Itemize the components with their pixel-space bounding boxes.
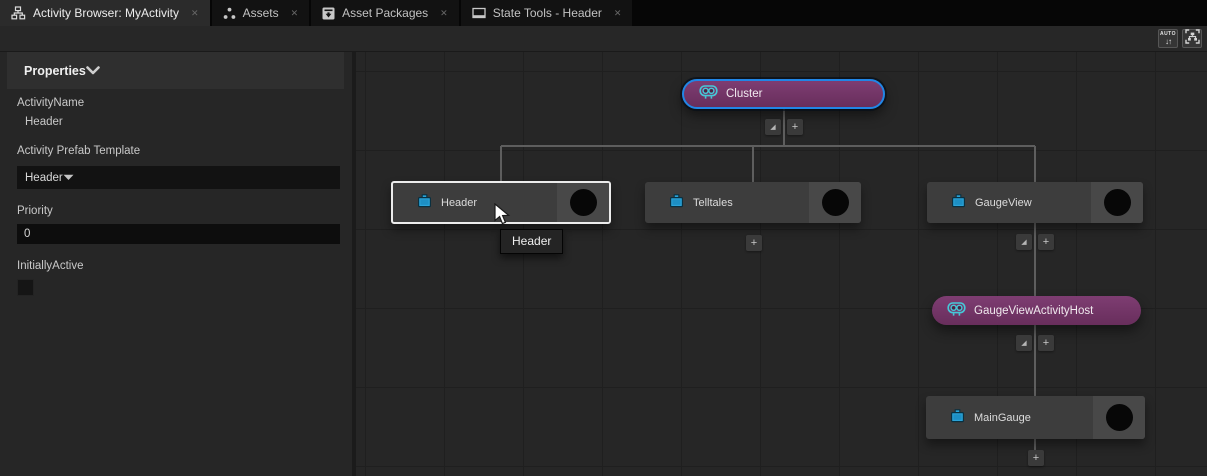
tab-label: Assets	[242, 6, 279, 20]
plus-icon: +	[791, 120, 799, 133]
prefab-icon	[417, 194, 432, 211]
priority-input[interactable]	[17, 224, 340, 244]
close-icon[interactable]: ✕	[440, 8, 448, 19]
initially-active-label: InitiallyActive	[17, 260, 84, 272]
connection-port[interactable]	[1103, 189, 1131, 216]
add-child-button[interactable]: +	[1038, 335, 1054, 351]
node-body: Header	[393, 183, 557, 222]
add-child-button[interactable]: +	[746, 235, 762, 251]
prefab-icon	[951, 194, 966, 211]
tab-label: Asset Packages	[342, 6, 429, 20]
prefab-template-label: Activity Prefab Template	[17, 145, 141, 157]
port-section	[1093, 396, 1145, 439]
chevron-down-icon	[86, 64, 100, 78]
prefab-template-value: Header	[25, 171, 63, 184]
node-label: Cluster	[726, 88, 763, 100]
tooltip: Header	[500, 229, 564, 254]
connection-port[interactable]	[1105, 404, 1133, 431]
add-child-button[interactable]: +	[787, 119, 803, 135]
port-section	[1091, 182, 1143, 223]
fit-to-view-button[interactable]	[1182, 29, 1202, 48]
fit-to-view-icon	[1184, 29, 1200, 48]
graph-toolbar: AUTO ↓↑	[0, 26, 1207, 52]
close-icon[interactable]: ✕	[291, 8, 299, 19]
activity-name-label: ActivityName	[17, 97, 85, 109]
collapse-children-button[interactable]: ◢	[1016, 335, 1032, 351]
close-icon[interactable]: ✕	[614, 8, 622, 19]
tab-bar: Activity Browser: MyActivity ✕ Assets ✕ …	[0, 0, 1207, 26]
prefab-icon	[669, 194, 684, 211]
initially-active-checkbox[interactable]	[17, 279, 34, 296]
add-child-button[interactable]: +	[1028, 450, 1044, 466]
tab-label: Activity Browser: MyActivity	[33, 6, 180, 20]
connection-port[interactable]	[569, 189, 597, 216]
tab-activity-browser[interactable]: Activity Browser: MyActivity ✕	[0, 0, 210, 26]
node-gauge-view[interactable]: GaugeView	[927, 182, 1143, 223]
activity-host-icon	[947, 301, 966, 320]
tab-state-tools[interactable]: State Tools - Header ✕	[460, 0, 633, 26]
add-child-button[interactable]: +	[1038, 234, 1054, 250]
node-label: Header	[441, 196, 478, 209]
activity-name-value: Header	[25, 116, 63, 128]
plus-icon: +	[1042, 235, 1050, 248]
node-body: Telltales	[645, 182, 809, 223]
node-cluster[interactable]: Cluster	[682, 79, 885, 109]
node-label: GaugeViewActivityHost	[974, 304, 1094, 317]
tooltip-text: Header	[512, 234, 552, 248]
collapse-icon: ◢	[1021, 340, 1027, 347]
close-icon[interactable]: ✕	[191, 8, 199, 19]
collapse-icon: ◢	[1021, 239, 1027, 246]
activity-graph-canvas[interactable]: Cluster ◢ + Header Telltales + GaugeView…	[356, 52, 1207, 476]
state-tools-icon	[472, 7, 486, 20]
port-section	[557, 183, 609, 222]
collapse-children-button[interactable]: ◢	[1016, 234, 1032, 250]
properties-panel: Properties ActivityName Header Activity …	[0, 52, 352, 476]
asset-packages-icon	[322, 7, 335, 20]
node-body: MainGauge	[926, 396, 1093, 439]
collapse-children-button[interactable]: ◢	[765, 119, 781, 135]
tab-asset-packages[interactable]: Asset Packages ✕	[311, 0, 459, 26]
auto-label: AUTO	[1159, 30, 1177, 37]
properties-fields: ActivityName Header Activity Prefab Temp…	[17, 96, 340, 296]
chevron-down-icon	[63, 172, 74, 184]
node-label: Telltales	[693, 196, 733, 209]
node-telltales[interactable]: Telltales	[645, 182, 861, 223]
plus-icon: +	[1042, 336, 1050, 349]
auto-arrows-icon: ↓↑	[1165, 36, 1172, 46]
mouse-cursor-icon	[494, 202, 511, 231]
priority-label: Priority	[17, 205, 53, 217]
auto-layout-button[interactable]: AUTO ↓↑	[1158, 29, 1178, 48]
tab-assets[interactable]: Assets ✕	[211, 0, 310, 26]
collapse-icon: ◢	[770, 124, 776, 131]
tab-label: State Tools - Header	[492, 6, 602, 20]
activity-host-icon	[699, 85, 718, 103]
connection-port[interactable]	[821, 189, 849, 216]
properties-header[interactable]: Properties	[7, 52, 344, 89]
port-section	[809, 182, 861, 223]
assets-icon	[223, 7, 236, 20]
prefab-icon	[950, 409, 965, 426]
node-label: GaugeView	[975, 196, 1032, 209]
prefab-template-select[interactable]: Header	[17, 166, 340, 189]
node-gauge-view-activity-host[interactable]: GaugeViewActivityHost	[932, 296, 1141, 325]
panel-title: Properties	[24, 63, 86, 78]
plus-icon: +	[1032, 451, 1040, 464]
node-label: MainGauge	[974, 411, 1031, 424]
plus-icon: +	[750, 236, 758, 249]
node-main-gauge[interactable]: MainGauge	[926, 396, 1145, 439]
activity-browser-icon	[11, 6, 26, 20]
node-body: GaugeView	[927, 182, 1091, 223]
